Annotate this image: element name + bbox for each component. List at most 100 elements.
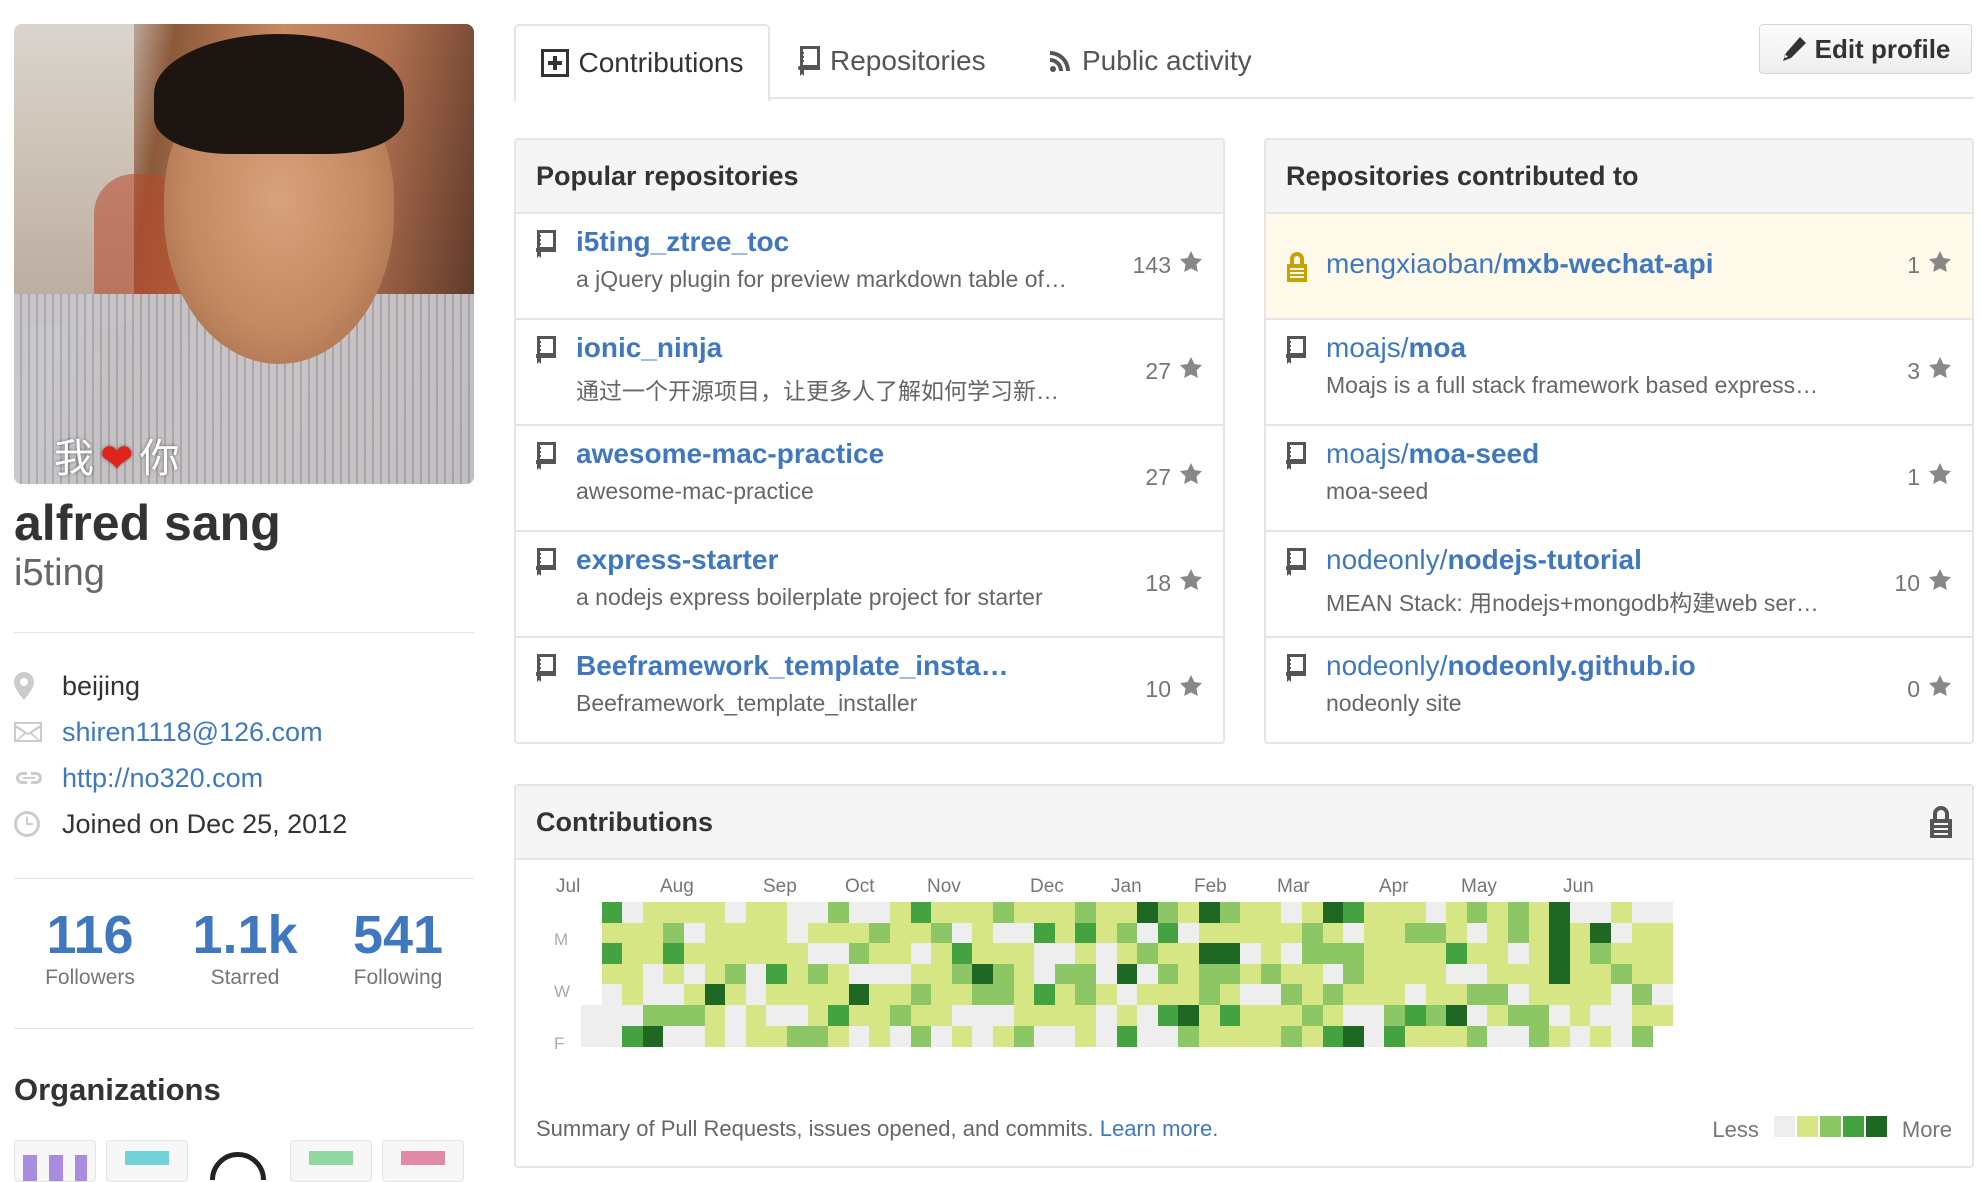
contribution-day-cell[interactable] bbox=[1405, 943, 1426, 965]
contribution-day-cell[interactable] bbox=[1528, 943, 1550, 965]
contribution-day-cell[interactable] bbox=[1034, 1025, 1056, 1047]
contribution-day-cell[interactable] bbox=[1549, 1025, 1571, 1047]
contribution-day-cell[interactable] bbox=[1199, 984, 1220, 1006]
star-count[interactable]: 10 bbox=[1145, 674, 1203, 704]
contribution-day-cell[interactable] bbox=[890, 1005, 911, 1026]
contribution-day-cell[interactable] bbox=[993, 922, 1014, 944]
contribution-day-cell[interactable] bbox=[1260, 902, 1282, 923]
contribution-day-cell[interactable] bbox=[622, 902, 644, 923]
contribution-day-cell[interactable] bbox=[1219, 943, 1241, 965]
contribution-day-cell[interactable] bbox=[704, 902, 726, 923]
contribution-day-cell[interactable] bbox=[1446, 922, 1468, 944]
contribution-day-cell[interactable] bbox=[1302, 1005, 1323, 1026]
contribution-day-cell[interactable] bbox=[663, 902, 685, 923]
contribution-day-cell[interactable] bbox=[972, 943, 994, 965]
contribution-day-cell[interactable] bbox=[1363, 922, 1385, 944]
starred-stat[interactable]: 1.1k Starred bbox=[180, 904, 310, 990]
contribution-day-cell[interactable] bbox=[1487, 963, 1509, 985]
star-count[interactable]: 18 bbox=[1145, 568, 1203, 598]
contribution-day-cell[interactable] bbox=[1096, 902, 1117, 923]
contribution-day-cell[interactable] bbox=[1034, 922, 1056, 944]
contribution-day-cell[interactable] bbox=[1281, 963, 1303, 985]
contribution-day-cell[interactable] bbox=[1137, 984, 1159, 1006]
contribution-day-cell[interactable] bbox=[910, 943, 932, 965]
contribution-day-cell[interactable] bbox=[787, 1025, 808, 1047]
contribution-day-cell[interactable] bbox=[1590, 1025, 1612, 1047]
contribution-day-cell[interactable] bbox=[848, 963, 870, 985]
contribution-day-cell[interactable] bbox=[1569, 1025, 1591, 1047]
contribution-day-cell[interactable] bbox=[766, 902, 788, 923]
contribution-day-cell[interactable] bbox=[1611, 943, 1632, 965]
contribution-day-cell[interactable] bbox=[1466, 1005, 1488, 1026]
contribution-day-cell[interactable] bbox=[890, 984, 911, 1006]
contribution-day-cell[interactable] bbox=[1446, 943, 1468, 965]
contribution-day-cell[interactable] bbox=[1425, 1025, 1447, 1047]
contribution-day-cell[interactable] bbox=[704, 1005, 726, 1026]
contribution-day-cell[interactable] bbox=[622, 1005, 644, 1026]
repo-link[interactable]: ionic_ninja bbox=[576, 332, 722, 364]
contribution-day-cell[interactable] bbox=[704, 943, 726, 965]
contribution-day-cell[interactable] bbox=[1178, 984, 1200, 1006]
contribution-day-cell[interactable] bbox=[1363, 963, 1385, 985]
contribution-day-cell[interactable] bbox=[1631, 1025, 1653, 1047]
contribution-day-cell[interactable] bbox=[1219, 902, 1241, 923]
contribution-day-cell[interactable] bbox=[1240, 902, 1262, 923]
repo-list-item[interactable]: mengxiaoban/mxb-wechat-api 1 bbox=[1266, 214, 1972, 320]
contribution-day-cell[interactable] bbox=[601, 922, 623, 944]
contribution-day-cell[interactable] bbox=[1116, 1005, 1138, 1026]
contribution-day-cell[interactable] bbox=[1611, 1025, 1632, 1047]
lock-icon[interactable] bbox=[1930, 806, 1952, 845]
contribution-day-cell[interactable] bbox=[1384, 963, 1406, 985]
contribution-day-cell[interactable] bbox=[1508, 943, 1529, 965]
contribution-day-cell[interactable] bbox=[1199, 943, 1220, 965]
contribution-day-cell[interactable] bbox=[1281, 984, 1303, 1006]
contribution-day-cell[interactable] bbox=[642, 963, 664, 985]
contribution-day-cell[interactable] bbox=[1199, 1005, 1220, 1026]
contribution-day-cell[interactable] bbox=[890, 1025, 911, 1047]
contribution-day-cell[interactable] bbox=[1199, 922, 1220, 944]
contribution-day-cell[interactable] bbox=[972, 922, 994, 944]
contribution-day-cell[interactable] bbox=[1013, 984, 1035, 1006]
contribution-day-cell[interactable] bbox=[725, 943, 747, 965]
contribution-day-cell[interactable] bbox=[1549, 963, 1571, 985]
contribution-day-cell[interactable] bbox=[993, 963, 1014, 985]
contribution-day-cell[interactable] bbox=[1240, 1005, 1262, 1026]
contribution-day-cell[interactable] bbox=[684, 902, 705, 923]
contribution-day-cell[interactable] bbox=[1302, 963, 1323, 985]
contribution-day-cell[interactable] bbox=[1363, 1005, 1385, 1026]
contribution-day-cell[interactable] bbox=[1528, 1025, 1550, 1047]
contribution-day-cell[interactable] bbox=[1260, 1005, 1282, 1026]
contribution-day-cell[interactable] bbox=[1384, 943, 1406, 965]
contribution-day-cell[interactable] bbox=[787, 1005, 808, 1026]
contribution-day-cell[interactable] bbox=[1322, 943, 1344, 965]
contribution-day-cell[interactable] bbox=[1384, 1005, 1406, 1026]
contribution-day-cell[interactable] bbox=[1652, 922, 1674, 944]
contribution-day-cell[interactable] bbox=[1075, 984, 1097, 1006]
contribution-day-cell[interactable] bbox=[1343, 1005, 1365, 1026]
contribution-day-cell[interactable] bbox=[745, 922, 767, 944]
contribution-day-cell[interactable] bbox=[1281, 922, 1303, 944]
contribution-day-cell[interactable] bbox=[766, 1025, 788, 1047]
contribution-day-cell[interactable] bbox=[910, 984, 932, 1006]
contribution-day-cell[interactable] bbox=[1137, 1025, 1159, 1047]
contribution-day-cell[interactable] bbox=[745, 1025, 767, 1047]
contribution-day-cell[interactable] bbox=[1508, 1005, 1529, 1026]
star-count[interactable]: 27 bbox=[1145, 462, 1203, 492]
contribution-day-cell[interactable] bbox=[622, 984, 644, 1006]
contribution-day-cell[interactable] bbox=[1611, 922, 1632, 944]
repo-list-item[interactable]: Beeframework_template_insta… Beeframework… bbox=[516, 638, 1223, 742]
contribution-day-cell[interactable] bbox=[1549, 943, 1571, 965]
contribution-day-cell[interactable] bbox=[869, 902, 891, 923]
contribution-day-cell[interactable] bbox=[1631, 1005, 1653, 1026]
contribution-day-cell[interactable] bbox=[787, 922, 808, 944]
repo-link[interactable]: Beeframework_template_insta… bbox=[576, 650, 1009, 682]
contribution-day-cell[interactable] bbox=[1384, 902, 1406, 923]
contribution-day-cell[interactable] bbox=[951, 1005, 973, 1026]
contribution-day-cell[interactable] bbox=[828, 984, 850, 1006]
contribution-day-cell[interactable] bbox=[787, 984, 808, 1006]
contribution-day-cell[interactable] bbox=[910, 902, 932, 923]
contribution-day-cell[interactable] bbox=[1363, 943, 1385, 965]
contribution-day-cell[interactable] bbox=[745, 963, 767, 985]
contribution-day-cell[interactable] bbox=[951, 922, 973, 944]
contribution-day-cell[interactable] bbox=[766, 963, 788, 985]
